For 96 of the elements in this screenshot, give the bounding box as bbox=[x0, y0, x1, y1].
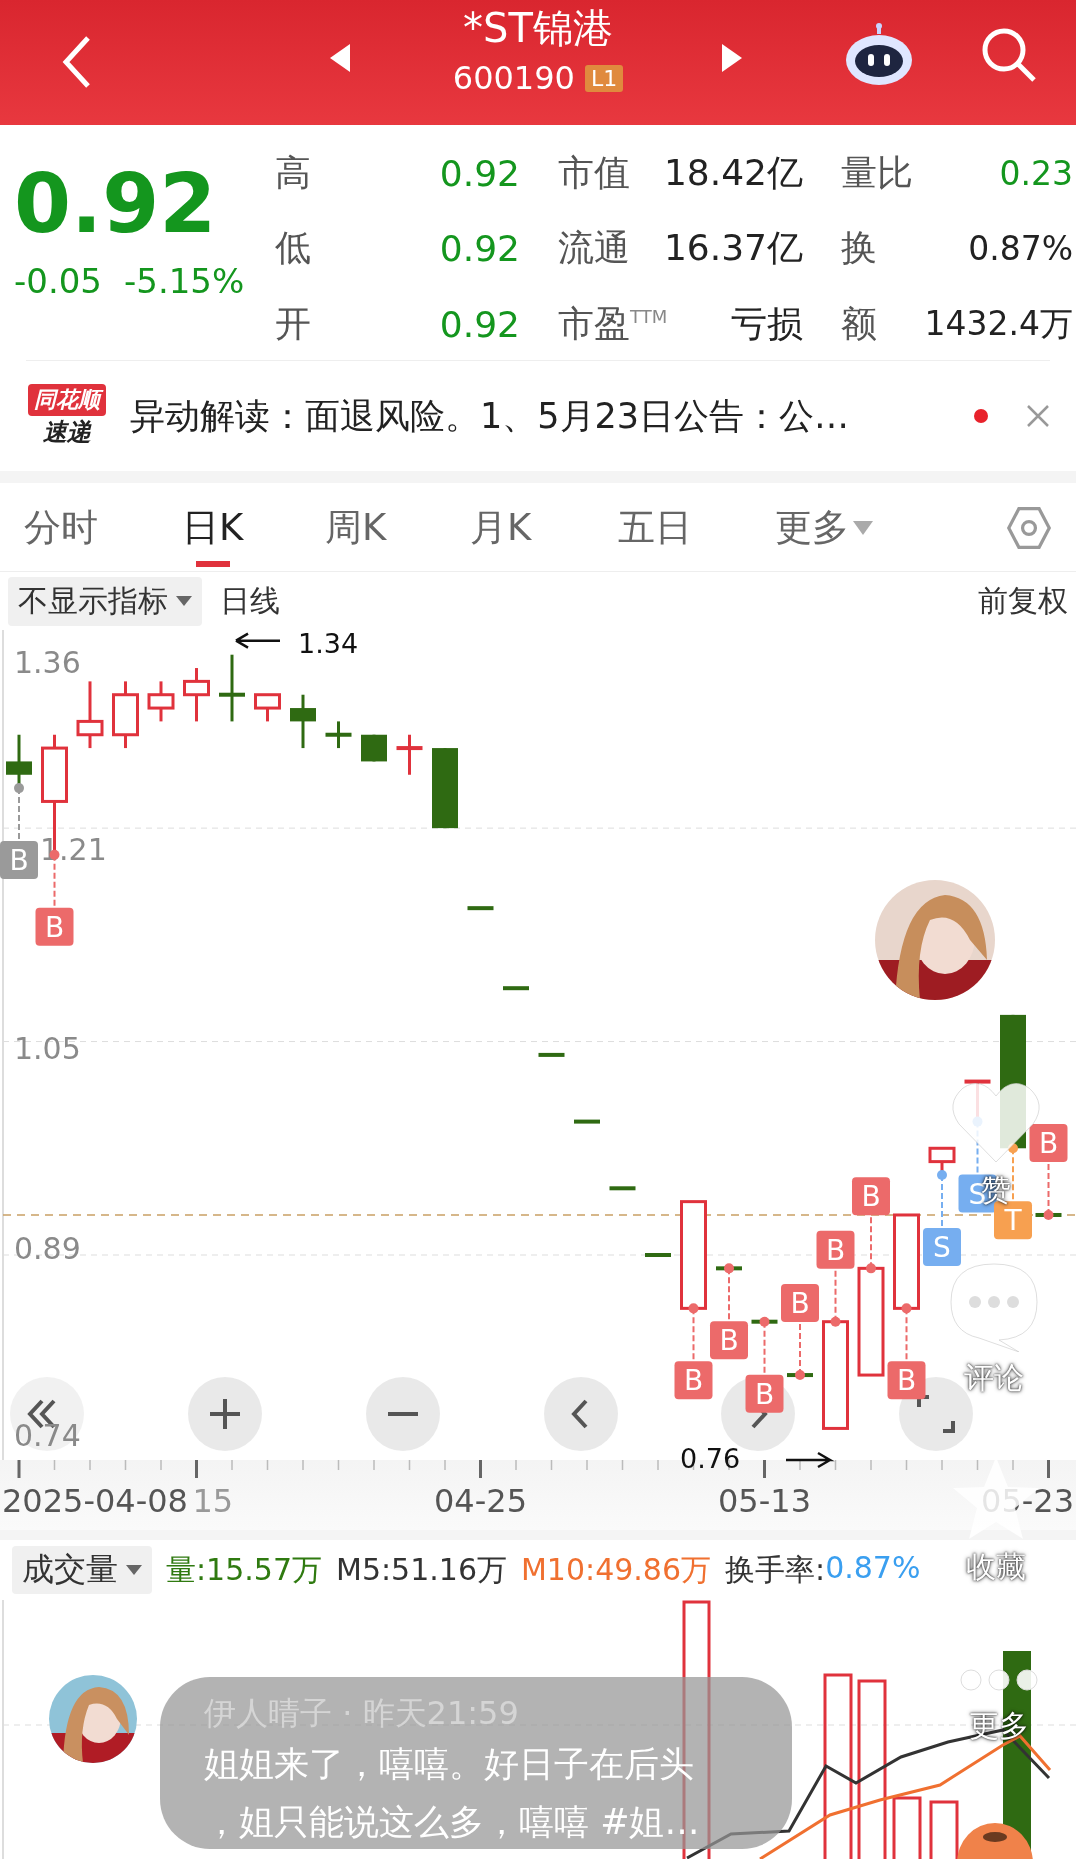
trade-marker: B bbox=[710, 1321, 748, 1360]
stat-label: 开 bbox=[275, 301, 311, 346]
candlestick bbox=[290, 694, 316, 749]
level-badge: L1 bbox=[584, 64, 624, 92]
candlestick bbox=[503, 986, 529, 991]
robot-icon[interactable] bbox=[844, 22, 914, 86]
indicator-dropdown[interactable]: 不显示指标 bbox=[8, 576, 202, 626]
volume-bar bbox=[892, 1796, 922, 1859]
zoom-out-icon[interactable] bbox=[366, 1377, 440, 1451]
stat-label: 流通 bbox=[558, 226, 630, 271]
stat-value: 0.87% bbox=[968, 229, 1073, 269]
volume-stat: 换手率: bbox=[725, 1550, 826, 1589]
candlestick bbox=[361, 734, 387, 762]
logo-badge: 同花顺 bbox=[28, 384, 106, 416]
stat-value: 0.92 bbox=[439, 303, 520, 345]
price-axis-label: 1.36 bbox=[14, 645, 81, 680]
volume-stat: M10:49.86万 bbox=[520, 1550, 712, 1589]
stock-code: 600190 bbox=[452, 58, 575, 98]
action-label: 评论 bbox=[964, 1359, 1024, 1397]
low-price-arrow bbox=[784, 1452, 835, 1469]
stat-label: 量比 bbox=[841, 150, 913, 195]
volume-bar bbox=[929, 1800, 959, 1859]
stat-value: 16.37亿 bbox=[663, 226, 803, 271]
candlestick bbox=[325, 721, 352, 749]
stat-label: 额 bbox=[841, 301, 877, 346]
comment-text: 姐姐来了，嘻嘻。好日子在后头，姐只能说这么多，嘻嘻 #姐… bbox=[204, 1743, 701, 1844]
date-axis-label: 15 bbox=[192, 1482, 234, 1520]
stat-label: 市盈$^{TTM}$ bbox=[558, 301, 668, 346]
high-price-arrow bbox=[234, 632, 282, 649]
stat-label: 高 bbox=[275, 150, 311, 195]
candlestick bbox=[609, 1186, 636, 1191]
trade-marker: B bbox=[781, 1284, 819, 1323]
stat-value: 0.92 bbox=[439, 152, 520, 194]
date-axis-label: 2025-04-08 bbox=[2, 1482, 188, 1520]
candlestick bbox=[467, 906, 494, 911]
price-axis-label: 1.05 bbox=[14, 1031, 81, 1066]
high-price-label: 1.34 bbox=[298, 630, 359, 659]
date-axis-label: 05-13 bbox=[718, 1482, 811, 1520]
stat-value: 18.42亿 bbox=[663, 150, 803, 195]
stat-label: 换 bbox=[841, 226, 877, 271]
trade-marker: B bbox=[674, 1361, 713, 1400]
caret-icon bbox=[176, 596, 192, 606]
current-price: 0.92 bbox=[14, 159, 218, 249]
stat-value: 亏损 bbox=[731, 301, 803, 346]
period-tab[interactable]: 周K bbox=[325, 503, 387, 567]
close-icon[interactable] bbox=[1026, 404, 1050, 428]
candlestick bbox=[183, 668, 210, 722]
stat-label: 市值 bbox=[558, 150, 630, 195]
settings-icon[interactable] bbox=[1006, 505, 1052, 551]
previous-icon[interactable] bbox=[544, 1377, 618, 1451]
period-tab[interactable]: 分时 bbox=[24, 503, 98, 567]
stat-value: 1432.4万 bbox=[924, 302, 1073, 345]
date-axis-label: 04-25 bbox=[434, 1482, 527, 1520]
trade-marker: B bbox=[887, 1361, 926, 1400]
price-change: -0.05 bbox=[14, 261, 102, 301]
volume-stat: 量:15.57万 bbox=[166, 1550, 322, 1589]
trade-marker: B bbox=[1029, 1124, 1068, 1162]
stat-value: 0.23 bbox=[999, 153, 1073, 193]
volume-indicator-dropdown[interactable]: 成交量 bbox=[12, 1546, 152, 1594]
candlestick bbox=[147, 681, 175, 722]
candlestick bbox=[112, 681, 139, 749]
rewind-icon[interactable] bbox=[10, 1377, 84, 1451]
logo-text: 速递 bbox=[43, 417, 91, 448]
adjustment-button[interactable]: 前复权 bbox=[978, 580, 1068, 622]
volume-stat: M5:51.16万 bbox=[336, 1550, 507, 1589]
period-tab[interactable]: 更多 bbox=[775, 503, 873, 567]
volume-stat: 0.87% bbox=[825, 1549, 921, 1587]
news-headline[interactable]: 异动解读：面退风险。1、5月23日公告：公… bbox=[130, 392, 952, 440]
period-tab[interactable]: 月K bbox=[470, 503, 532, 567]
caret-icon bbox=[126, 1565, 142, 1575]
candlestick bbox=[574, 1119, 600, 1124]
candlestick bbox=[254, 693, 281, 722]
zoom-in-icon[interactable] bbox=[188, 1377, 262, 1451]
candlestick bbox=[396, 734, 423, 775]
stat-value: 0.92 bbox=[439, 228, 520, 270]
period-label: 日线 bbox=[220, 581, 280, 620]
low-price-label: 0.76 bbox=[679, 1443, 740, 1475]
stat-label: 低 bbox=[275, 226, 311, 271]
candlestick bbox=[219, 654, 245, 722]
previous-stock-icon[interactable] bbox=[330, 44, 350, 72]
candlestick bbox=[76, 681, 104, 749]
percent-change: -5.15% bbox=[124, 261, 245, 301]
action-label: 收藏 bbox=[966, 1548, 1026, 1586]
trade-marker: S bbox=[923, 1227, 961, 1266]
candlestick bbox=[645, 1253, 671, 1257]
trade-marker: B bbox=[816, 1230, 855, 1269]
trade-marker: B bbox=[745, 1374, 784, 1413]
candlestick bbox=[538, 1052, 565, 1057]
next-stock-icon[interactable] bbox=[722, 44, 742, 72]
trade-marker: B bbox=[852, 1177, 890, 1216]
period-tab[interactable]: 五日 bbox=[618, 503, 692, 567]
price-axis-label: 0.89 bbox=[14, 1231, 81, 1266]
price-axis-label: 0.74 bbox=[14, 1418, 81, 1453]
stock-name: *ST锦港 bbox=[463, 4, 613, 52]
trade-marker: B bbox=[35, 907, 74, 946]
trade-marker: B bbox=[0, 841, 38, 880]
